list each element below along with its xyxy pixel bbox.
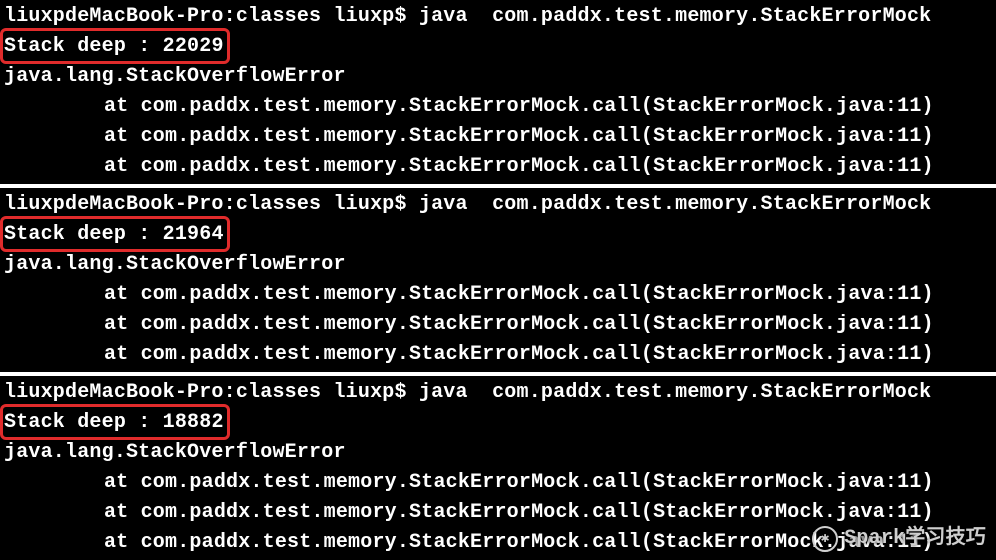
error-class-1: java.lang.StackOverflowError [4,62,992,92]
prompt-line-2: liuxpdeMacBook-Pro:classes liuxp$ java c… [4,190,992,220]
terminal-run-3: liuxpdeMacBook-Pro:classes liuxp$ java c… [0,376,996,560]
command: java com.paddx.test.memory.StackErrorMoc… [419,193,931,216]
hostname: liuxpdeMacBook-Pro [4,5,224,28]
error-class-3: java.lang.StackOverflowError [4,438,992,468]
prompt-line-3: liuxpdeMacBook-Pro:classes liuxp$ java c… [4,378,992,408]
stack-depth-value: 21964 [163,223,224,246]
stack-label: Stack deep : [4,35,150,58]
watermark-text: Spark学习技巧 [844,524,986,554]
hostname: liuxpdeMacBook-Pro [4,381,224,404]
stack-trace-line: at com.paddx.test.memory.StackErrorMock.… [4,468,992,498]
stack-trace-line: at com.paddx.test.memory.StackErrorMock.… [4,92,992,122]
dir: classes [236,381,321,404]
stack-depth-line-2: Stack deep : 21964 [4,220,992,250]
prompt-line-1: liuxpdeMacBook-Pro:classes liuxp$ java c… [4,2,992,32]
hostname: liuxpdeMacBook-Pro [4,193,224,216]
user: liuxp [333,381,394,404]
dir: classes [236,5,321,28]
command: java com.paddx.test.memory.StackErrorMoc… [419,381,931,404]
terminal-run-1: liuxpdeMacBook-Pro:classes liuxp$ java c… [0,0,996,184]
stack-label: Stack deep : [4,411,150,434]
stack-trace-line: at com.paddx.test.memory.StackErrorMock.… [4,340,992,370]
stack-trace-line: at com.paddx.test.memory.StackErrorMock.… [4,280,992,310]
terminal-run-2: liuxpdeMacBook-Pro:classes liuxp$ java c… [0,188,996,372]
error-class-2: java.lang.StackOverflowError [4,250,992,280]
stack-depth-value: 18882 [163,411,224,434]
stack-trace-line: at com.paddx.test.memory.StackErrorMock.… [4,310,992,340]
watermark: ✱ Spark学习技巧 [812,524,986,554]
watermark-icon: ✱ [812,526,838,552]
stack-trace-line: at com.paddx.test.memory.StackErrorMock.… [4,122,992,152]
user: liuxp [333,5,394,28]
stack-label: Stack deep : [4,223,150,246]
command: java com.paddx.test.memory.StackErrorMoc… [419,5,931,28]
user: liuxp [333,193,394,216]
dir: classes [236,193,321,216]
stack-depth-line-1: Stack deep : 22029 [4,32,992,62]
stack-depth-value: 22029 [163,35,224,58]
stack-trace-line: at com.paddx.test.memory.StackErrorMock.… [4,152,992,182]
stack-depth-line-3: Stack deep : 18882 [4,408,992,438]
